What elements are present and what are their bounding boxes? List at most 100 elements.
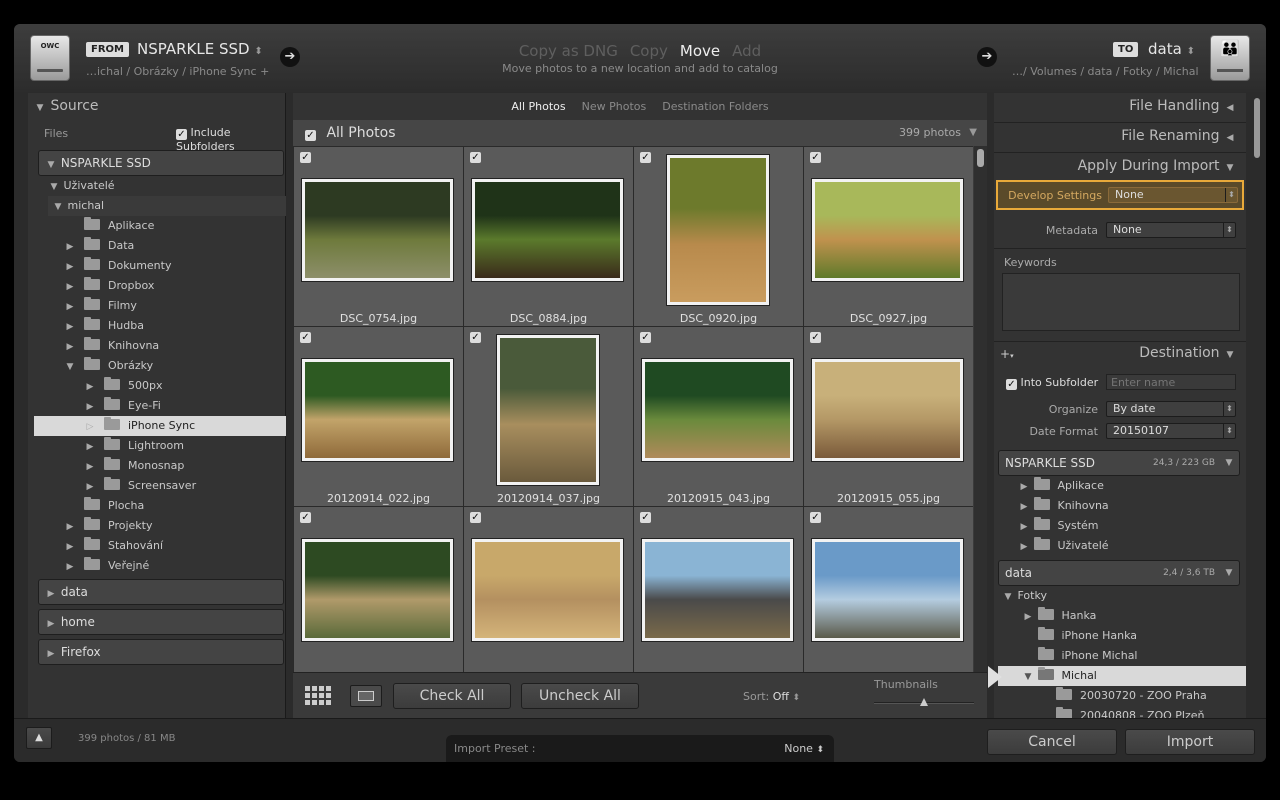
photo-thumbnail[interactable] — [472, 179, 623, 281]
photo-thumbnail[interactable] — [302, 539, 453, 641]
collapse-triangle-icon[interactable]: ▶ — [64, 297, 76, 317]
include-subfolders-checkbox[interactable]: ✓ Include Subfolders — [176, 126, 285, 153]
photo-cell[interactable]: ✓ DSC_0927.jpg — [804, 147, 973, 326]
collapse-triangle-icon[interactable]: ▶ — [64, 237, 76, 257]
date-format-select[interactable]: 20150107 ⬍ — [1106, 423, 1236, 439]
folder-hudba[interactable]: ▶ Hudba — [34, 316, 286, 336]
grid-view-icon[interactable] — [305, 686, 333, 706]
folder-lightroom[interactable]: ▶ Lightroom — [34, 436, 286, 456]
folder-filmy[interactable]: ▶ Filmy — [34, 296, 286, 316]
photo-cell[interactable]: ✓ 20120914_037.jpg — [464, 327, 633, 506]
folder-home[interactable]: ▼ michal — [48, 196, 286, 216]
dest-subfolder[interactable]: 20030720 - ZOO Praha — [998, 686, 1242, 706]
photo-thumbnail[interactable] — [497, 335, 599, 485]
volume-home[interactable]: ▶ home — [38, 609, 284, 635]
tab-destination-folders[interactable]: Destination Folders — [662, 100, 768, 113]
collapse-triangle-icon[interactable]: ▶ — [64, 257, 76, 277]
photo-checkbox[interactable]: ✓ — [640, 332, 651, 343]
dest-folder-fotky[interactable]: ▼ Fotky — [998, 586, 1242, 606]
photo-cell[interactable]: ✓ — [804, 507, 973, 672]
expand-up-icon[interactable]: ▲ — [26, 727, 52, 749]
photo-checkbox[interactable]: ✓ — [640, 512, 651, 523]
dest-folder-hanka[interactable]: ▶ Hanka — [998, 606, 1242, 626]
users-drive-icon[interactable]: 👪 — [1210, 35, 1250, 81]
cancel-button[interactable]: Cancel — [987, 729, 1117, 755]
loupe-view-icon[interactable] — [350, 685, 382, 707]
folder-eye-fi[interactable]: ▶ Eye-Fi — [34, 396, 286, 416]
collapse-triangle-icon[interactable]: ▶ — [1018, 497, 1030, 517]
dest-folder-michal[interactable]: ▼ Michal — [998, 666, 1246, 686]
photo-thumbnail[interactable] — [302, 179, 453, 281]
file-handling-header[interactable]: File Handling ◀ — [1129, 98, 1236, 114]
photo-checkbox[interactable]: ✓ — [470, 152, 481, 163]
collapse-triangle-icon[interactable]: ▶ — [84, 377, 96, 397]
collapse-triangle-icon[interactable]: ▶ — [84, 477, 96, 497]
dest-folder-aplikace[interactable]: ▶ Aplikace — [998, 476, 1242, 496]
import-button[interactable]: Import — [1125, 729, 1255, 755]
collapse-triangle-icon[interactable]: ▶ — [64, 277, 76, 297]
import-preset-select[interactable]: None ⬍ — [784, 742, 824, 755]
metadata-select[interactable]: None ⬍ — [1106, 222, 1236, 238]
apply-during-import-header[interactable]: Apply During Import ▼ — [1078, 158, 1236, 174]
import-preset-bar[interactable]: Import Preset : None ⬍ — [446, 735, 834, 762]
folder-knihovna[interactable]: ▶ Knihovna — [34, 336, 286, 356]
collapse-triangle-icon[interactable]: ▶ — [1018, 517, 1030, 537]
photo-thumbnail[interactable] — [812, 359, 963, 461]
dest-folder-uživatelé[interactable]: ▶ Uživatelé — [998, 536, 1242, 556]
photo-checkbox[interactable]: ✓ — [810, 332, 821, 343]
develop-settings-select[interactable]: None ⬍ — [1108, 187, 1238, 203]
source-header[interactable]: ▼ Source — [34, 93, 99, 119]
dest-arrow-icon[interactable]: ➔ — [977, 47, 997, 67]
uncheck-all-button[interactable]: Uncheck All — [521, 683, 639, 709]
folder-dropbox[interactable]: ▶ Dropbox — [34, 276, 286, 296]
collapse-triangle-icon[interactable]: ▶ — [1018, 477, 1030, 497]
all-photos-checkbox[interactable]: ✓ — [305, 130, 316, 141]
destination-header[interactable]: Destination ▼ — [1139, 345, 1236, 361]
slider-knob[interactable] — [920, 698, 928, 706]
photo-thumbnail[interactable] — [642, 539, 793, 641]
mode-copy[interactable]: Copy — [630, 42, 668, 60]
folder-users[interactable]: ▼ Uživatelé — [48, 176, 286, 196]
mode-copy-as-dng[interactable]: Copy as DNG — [519, 42, 618, 60]
folder-veřejné[interactable]: ▶ Veřejné — [34, 556, 286, 576]
collapse-triangle-icon[interactable]: ▶ — [84, 457, 96, 477]
sort-triangle-icon[interactable]: ▼ — [969, 120, 977, 146]
photo-checkbox[interactable]: ✓ — [810, 512, 821, 523]
thumbnail-size-slider[interactable] — [874, 698, 974, 708]
photo-cell[interactable]: ✓ 20120915_055.jpg — [804, 327, 973, 506]
collapse-triangle-icon[interactable]: ▶ — [64, 337, 76, 357]
source-drive-icon[interactable]: OWC — [30, 35, 70, 81]
collapse-triangle-icon[interactable]: ▷ — [84, 417, 96, 437]
add-destination-icon[interactable]: +▾ — [1000, 347, 1014, 361]
organize-select[interactable]: By date ⬍ — [1106, 401, 1236, 417]
dest-volume-nsparkle-ssd[interactable]: NSPARKLE SSD 24,3 / 223 GB ▼ — [998, 450, 1240, 476]
collapse-triangle-icon[interactable]: ▶ — [64, 517, 76, 537]
source-name-dropdown[interactable]: NSPARKLE SSD ⬍ — [137, 40, 263, 58]
folder-stahování[interactable]: ▶ Stahování — [34, 536, 286, 556]
collapse-triangle-icon[interactable]: ▶ — [64, 557, 76, 577]
right-panel-scrollbar[interactable] — [1252, 94, 1262, 718]
tab-all-photos[interactable]: All Photos — [511, 100, 565, 113]
dest-name-dropdown[interactable]: data ⬍ — [1148, 40, 1195, 58]
volume-firefox[interactable]: ▶ Firefox — [38, 639, 284, 665]
keywords-field[interactable] — [1002, 273, 1240, 331]
photo-cell[interactable]: ✓ — [464, 507, 633, 672]
dest-folder-knihovna[interactable]: ▶ Knihovna — [998, 496, 1242, 516]
folder-screensaver[interactable]: ▶ Screensaver — [34, 476, 286, 496]
photo-checkbox[interactable]: ✓ — [640, 152, 651, 163]
mode-move[interactable]: Move — [680, 42, 720, 60]
collapse-triangle-icon[interactable]: ▶ — [1018, 537, 1030, 557]
photo-thumbnail[interactable] — [667, 155, 769, 305]
folder-monosnap[interactable]: ▶ Monosnap — [34, 456, 286, 476]
photo-cell[interactable]: ✓ 20120914_022.jpg — [294, 327, 463, 506]
folder-obrázky[interactable]: ▼ Obrázky — [34, 356, 286, 376]
volume-nsparkle-ssd[interactable]: ▼ NSPARKLE SSD — [38, 150, 284, 176]
folder-projekty[interactable]: ▶ Projekty — [34, 516, 286, 536]
photo-cell[interactable]: ✓ 20120915_043.jpg — [634, 327, 803, 506]
photo-thumbnail[interactable] — [812, 539, 963, 641]
photo-thumbnail[interactable] — [472, 539, 623, 641]
tab-new-photos[interactable]: New Photos — [582, 100, 647, 113]
photo-thumbnail[interactable] — [302, 359, 453, 461]
photo-cell[interactable]: ✓ DSC_0920.jpg — [634, 147, 803, 326]
photo-checkbox[interactable]: ✓ — [470, 332, 481, 343]
